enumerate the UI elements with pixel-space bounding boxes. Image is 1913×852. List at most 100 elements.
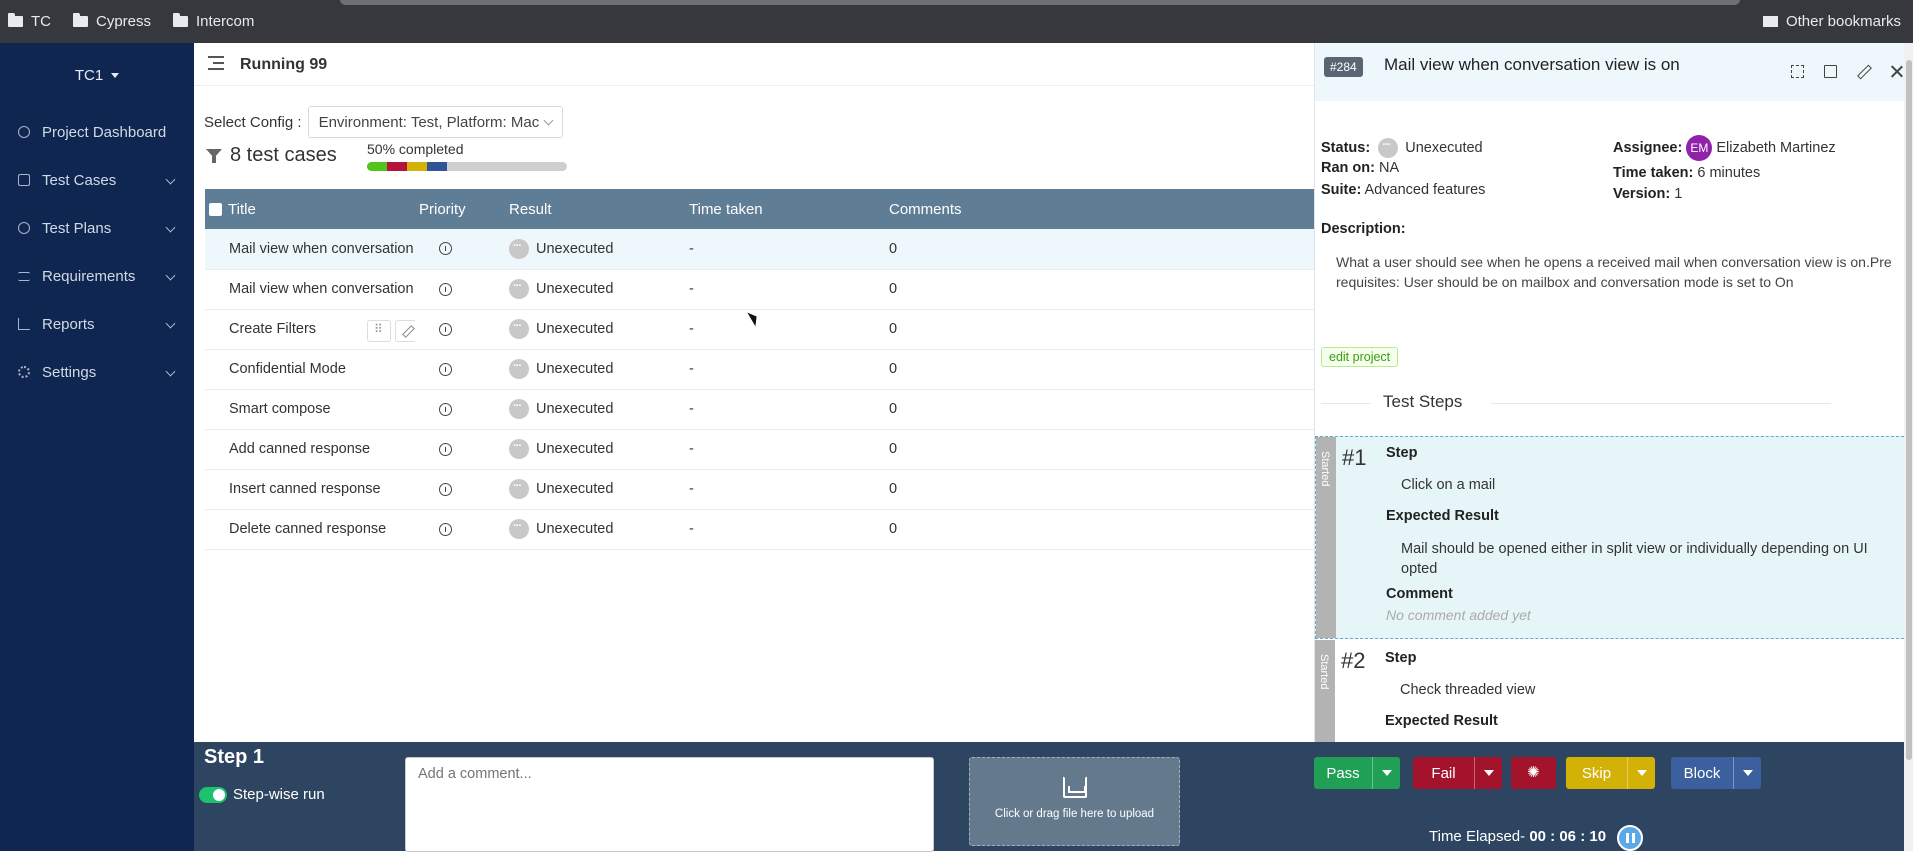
case-title-cell[interactable]: Confidential Mode bbox=[205, 349, 415, 390]
expected-text: Mail should be opened either in split vi… bbox=[1401, 541, 1868, 577]
fail-dropdown-button[interactable] bbox=[1474, 757, 1502, 789]
config-select[interactable]: Environment: Test, Platform: Mac bbox=[307, 106, 563, 138]
fail-button[interactable]: Fail bbox=[1413, 757, 1474, 789]
row-actions bbox=[367, 319, 415, 342]
table-row[interactable]: Confidential Mode Unexecuted-0 bbox=[205, 349, 1314, 390]
project-switcher[interactable]: TC1 bbox=[0, 43, 194, 108]
assignee-field: Assignee: EM Elizabeth Martinez bbox=[1613, 135, 1836, 161]
description-label: Description: bbox=[1321, 221, 1406, 237]
sidebar-item-settings[interactable]: Settings bbox=[0, 348, 194, 396]
comment-label: Comment bbox=[1386, 586, 1453, 602]
table-row[interactable]: Insert canned response Unexecuted-0 bbox=[205, 469, 1314, 510]
case-title: Mail view when conversation view is on bbox=[1384, 55, 1680, 74]
close-icon[interactable] bbox=[1890, 65, 1903, 78]
stepwise-toggle[interactable]: Step-wise run bbox=[199, 786, 325, 803]
table-header-row: Title Priority Result Time taken Comment… bbox=[205, 189, 1314, 229]
fail-button-group: Fail bbox=[1413, 757, 1502, 789]
tag-edit-project[interactable]: edit project bbox=[1321, 347, 1399, 367]
block-dropdown-button[interactable] bbox=[1733, 757, 1761, 789]
detail-header: #284 Mail view when conversation view is… bbox=[1315, 43, 1913, 101]
time-cell: - bbox=[685, 349, 885, 390]
bookmarks-bar: TC Cypress Intercom Other bookmarks bbox=[0, 0, 1913, 43]
info-circle-icon bbox=[439, 482, 452, 496]
result-cell: Unexecuted bbox=[505, 349, 685, 390]
pass-dropdown-button[interactable] bbox=[1372, 757, 1400, 789]
time-elapsed: Time Elapsed- 00 : 06 : 10 bbox=[1429, 828, 1607, 845]
result-cell: Unexecuted bbox=[505, 229, 685, 270]
comment-input[interactable] bbox=[405, 757, 934, 852]
folder-icon bbox=[173, 13, 189, 27]
info-circle-icon bbox=[439, 362, 452, 376]
unexecuted-status-icon bbox=[509, 399, 529, 419]
priority-cell bbox=[415, 269, 505, 310]
bookmark-tc[interactable]: TC bbox=[8, 13, 51, 30]
caret-down-icon bbox=[111, 73, 120, 78]
block-button[interactable]: Block bbox=[1671, 757, 1733, 789]
skip-dropdown-button[interactable] bbox=[1627, 757, 1655, 789]
time-cell: - bbox=[685, 509, 885, 550]
chevron-down-icon bbox=[165, 222, 176, 233]
pause-icon[interactable] bbox=[1617, 825, 1643, 851]
info-circle-icon bbox=[439, 282, 452, 296]
menu-fold-icon[interactable] bbox=[208, 56, 224, 70]
other-bookmarks[interactable]: Other bookmarks bbox=[1762, 0, 1901, 43]
comments-cell: 0 bbox=[885, 389, 1314, 430]
case-title-cell[interactable]: Add canned response bbox=[205, 429, 415, 470]
sidebar-item-reports[interactable]: Reports bbox=[0, 300, 194, 348]
case-title-cell[interactable]: Mail view when conversation view is off bbox=[205, 269, 415, 310]
select-all-checkbox[interactable] bbox=[209, 203, 222, 217]
case-title-cell[interactable]: Insert canned response bbox=[205, 469, 415, 510]
case-title-cell[interactable]: Delete canned response bbox=[205, 509, 415, 550]
folder-icon bbox=[1762, 16, 1778, 27]
toggle-switch[interactable] bbox=[199, 786, 227, 803]
bookmark-intercom[interactable]: Intercom bbox=[173, 13, 254, 30]
expand-icon[interactable] bbox=[1791, 65, 1804, 78]
report-bug-button[interactable] bbox=[1511, 757, 1556, 789]
comment-empty: No comment added yet bbox=[1386, 607, 1531, 623]
skip-button[interactable]: Skip bbox=[1566, 757, 1627, 789]
filter-icon[interactable] bbox=[206, 148, 222, 164]
edit-icon bbox=[18, 174, 30, 186]
test-cases-table: Title Priority Result Time taken Comment… bbox=[205, 189, 1314, 550]
edit-icon[interactable] bbox=[395, 319, 415, 342]
result-cell: Unexecuted bbox=[505, 509, 685, 550]
table-row[interactable]: Smart compose Unexecuted-0 bbox=[205, 389, 1314, 430]
case-title-cell[interactable]: Mail view when conversation view is on bbox=[205, 229, 415, 270]
sidebar-item-test-cases[interactable]: Test Cases bbox=[0, 156, 194, 204]
table-row[interactable]: Mail view when conversation view is on Un… bbox=[205, 229, 1314, 270]
scrollbar-thumb[interactable] bbox=[1906, 60, 1912, 760]
progress-bar bbox=[367, 162, 567, 171]
main-header: Running 99 bbox=[194, 43, 1314, 86]
sidebar-item-test-plans[interactable]: Test Plans bbox=[0, 204, 194, 252]
sidebar-item-project-dashboard[interactable]: Project Dashboard bbox=[0, 108, 194, 156]
document-icon[interactable] bbox=[1824, 65, 1837, 78]
progress-label: 50% completed bbox=[367, 141, 464, 157]
progress-segment bbox=[387, 162, 407, 171]
table-row[interactable]: Mail view when conversation view is off U… bbox=[205, 269, 1314, 310]
file-upload-dropzone[interactable]: Click or drag file here to upload bbox=[969, 757, 1180, 846]
result-cell: Unexecuted bbox=[505, 269, 685, 310]
sidebar-item-requirements[interactable]: Requirements bbox=[0, 252, 194, 300]
step-state-strip: Started bbox=[1315, 640, 1335, 742]
step-card-2[interactable]: Started #2 Step Check threaded view Expe… bbox=[1315, 640, 1913, 742]
steps-icon[interactable] bbox=[367, 319, 391, 342]
table-row[interactable]: Create Filters Unexecuted-0 bbox=[205, 309, 1314, 350]
column-time-taken: Time taken bbox=[685, 189, 885, 229]
table-row[interactable]: Add canned response Unexecuted-0 bbox=[205, 429, 1314, 470]
inbox-icon bbox=[1062, 776, 1087, 798]
column-comments: Comments bbox=[885, 189, 1314, 229]
priority-cell bbox=[415, 309, 505, 350]
step-label: Step bbox=[1385, 650, 1417, 666]
edit-icon[interactable] bbox=[1857, 65, 1870, 78]
case-title-cell[interactable]: Create Filters bbox=[205, 309, 415, 350]
priority-cell bbox=[415, 469, 505, 510]
case-title-cell[interactable]: Smart compose bbox=[205, 389, 415, 430]
table-row[interactable]: Delete canned response Unexecuted-0 bbox=[205, 509, 1314, 550]
time-cell: - bbox=[685, 389, 885, 430]
pass-button[interactable]: Pass bbox=[1314, 757, 1372, 789]
bookmark-cypress[interactable]: Cypress bbox=[73, 13, 151, 30]
chevron-down-icon bbox=[165, 270, 176, 281]
step-card-1[interactable]: Started #1 Step Click on a mail Expected… bbox=[1315, 436, 1913, 639]
skip-button-group: Skip bbox=[1566, 757, 1655, 789]
time-cell: - bbox=[685, 429, 885, 470]
